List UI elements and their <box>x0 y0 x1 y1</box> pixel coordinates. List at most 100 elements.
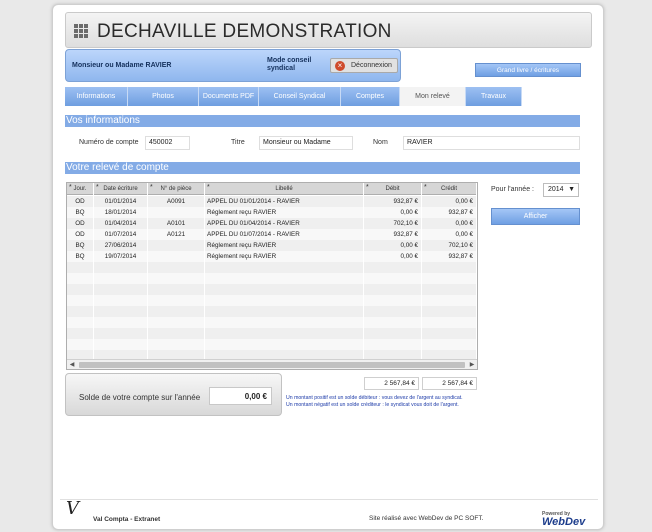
column-header[interactable]: * Libellé <box>205 183 364 195</box>
column-header[interactable]: * Date écriture <box>94 183 148 195</box>
table-cell <box>205 328 364 339</box>
table-cell: 0,00 € <box>422 218 477 229</box>
table-cell <box>422 284 477 295</box>
info-section-title: Vos informations <box>65 115 580 127</box>
statement-section-title: Votre relevé de compte <box>65 162 580 174</box>
title-field: Monsieur ou Madame <box>259 136 353 150</box>
scroll-left-icon[interactable]: ◀ <box>67 360 77 369</box>
account-label: Numéro de compte <box>79 139 139 146</box>
table-cell: 932,87 € <box>364 196 422 207</box>
table-cell <box>422 339 477 350</box>
table-cell: APPEL DU 01/01/2014 - RAVIER <box>205 196 364 207</box>
user-bar: Monsieur ou Madame RAVIER Mode conseil s… <box>65 49 401 82</box>
table-row[interactable]: BQ 18/01/2014 Réglement reçu RAVIER 0,00 €9… <box>67 207 477 218</box>
table-cell: 932,87 € <box>422 251 477 262</box>
total-debit: 2 567,84 € <box>364 377 419 390</box>
name-field: RAVIER <box>403 136 580 150</box>
table-row[interactable] <box>67 273 477 284</box>
table-cell <box>364 328 422 339</box>
table-cell <box>67 306 94 317</box>
table-cell: OD <box>67 196 94 207</box>
table-cell: 01/04/2014 <box>94 218 148 229</box>
table-cell <box>67 339 94 350</box>
table-cell <box>205 262 364 273</box>
table-row[interactable] <box>67 328 477 339</box>
tab-documents-pdf[interactable]: Documents PDF <box>199 87 259 106</box>
table-cell <box>422 262 477 273</box>
app-title: DECHAVILLE DEMONSTRATION <box>97 21 392 42</box>
table-cell: Réglement reçu RAVIER <box>205 207 364 218</box>
footer-credit: Site réalisé avec WebDev de PC SOFT. <box>369 515 484 522</box>
table-cell: 0,00 € <box>364 251 422 262</box>
ledger-button[interactable]: Grand livre / écritures <box>475 63 581 77</box>
table-row[interactable] <box>67 306 477 317</box>
table-cell: OD <box>67 229 94 240</box>
table-cell <box>148 251 205 262</box>
chevron-down-icon: ▼ <box>568 186 575 193</box>
tab-mon-releve[interactable]: Mon relevé <box>400 87 466 106</box>
table-cell <box>422 328 477 339</box>
page-container: DECHAVILLE DEMONSTRATION Monsieur ou Mad… <box>52 4 604 530</box>
table-row[interactable] <box>67 284 477 295</box>
table-row[interactable] <box>67 317 477 328</box>
scroll-thumb[interactable] <box>79 362 465 368</box>
tab-bar: Informations Photos Documents PDF Consei… <box>65 87 522 106</box>
table-cell <box>67 262 94 273</box>
powered-by-webdev-logo[interactable]: Powered by WebDev <box>540 510 600 530</box>
table-cell <box>67 295 94 306</box>
table-row[interactable]: OD 01/04/2014 A0101 APPEL DU 01/04/2014 - R… <box>67 218 477 229</box>
table-cell <box>205 306 364 317</box>
table-cell <box>205 273 364 284</box>
balance-panel: Solde de votre compte sur l'année 0,00 € <box>65 373 282 416</box>
tab-travaux[interactable]: Travaux <box>466 87 522 106</box>
column-header[interactable]: * N° de pièce <box>148 183 205 195</box>
table-cell <box>94 273 148 284</box>
show-button[interactable]: Afficher <box>491 208 580 225</box>
table-cell <box>422 295 477 306</box>
balance-label: Solde de votre compte sur l'année <box>79 393 201 402</box>
table-row[interactable]: BQ 27/06/2014 Réglement reçu RAVIER 0,00 €7… <box>67 240 477 251</box>
tab-comptes[interactable]: Comptes <box>341 87 400 106</box>
year-select[interactable]: 2014 ▼ <box>543 183 579 197</box>
table-cell <box>148 295 205 306</box>
name-label: Nom <box>373 139 388 146</box>
table-cell <box>94 262 148 273</box>
account-number-field: 450002 <box>145 136 190 150</box>
note-negative: Un montant négatif est un solde créditeu… <box>286 402 459 408</box>
column-header[interactable]: * Jour. <box>67 183 94 195</box>
tab-informations[interactable]: Informations <box>65 87 128 106</box>
table-cell <box>422 273 477 284</box>
horizontal-scrollbar[interactable]: ◀ ▶ <box>67 359 477 369</box>
table-row[interactable]: OD 01/07/2014 A0121 APPEL DU 01/07/2014 - R… <box>67 229 477 240</box>
table-cell: 0,00 € <box>364 240 422 251</box>
logout-button[interactable]: × Déconnexion <box>330 58 398 73</box>
scroll-right-icon[interactable]: ▶ <box>467 360 477 369</box>
table-cell: APPEL DU 01/04/2014 - RAVIER <box>205 218 364 229</box>
table-row[interactable] <box>67 339 477 350</box>
tab-conseil-syndical[interactable]: Conseil Syndical <box>259 87 341 106</box>
table-cell <box>94 328 148 339</box>
table-cell <box>148 207 205 218</box>
user-name: Monsieur ou Madame RAVIER <box>72 62 172 69</box>
table-cell <box>205 295 364 306</box>
table-cell <box>148 306 205 317</box>
table-cell <box>364 284 422 295</box>
table-cell <box>67 284 94 295</box>
val-compta-logo: V <box>66 498 79 519</box>
table-cell: Réglement reçu RAVIER <box>205 240 364 251</box>
column-header[interactable]: * Crédit <box>422 183 477 195</box>
table-cell <box>148 262 205 273</box>
table-row[interactable] <box>67 262 477 273</box>
table-row[interactable] <box>67 295 477 306</box>
table-cell: APPEL DU 01/07/2014 - RAVIER <box>205 229 364 240</box>
column-header[interactable]: * Débit <box>364 183 422 195</box>
table-cell <box>364 295 422 306</box>
table-row[interactable]: OD 01/01/2014 A0091 APPEL DU 01/01/2014 - R… <box>67 196 477 207</box>
table-row[interactable]: BQ 19/07/2014 Réglement reçu RAVIER 0,00 €9… <box>67 251 477 262</box>
table-cell <box>148 240 205 251</box>
table-cell <box>67 273 94 284</box>
table-cell: 702,10 € <box>364 218 422 229</box>
table-cell <box>148 284 205 295</box>
tab-photos[interactable]: Photos <box>128 87 199 106</box>
table-cell <box>67 317 94 328</box>
